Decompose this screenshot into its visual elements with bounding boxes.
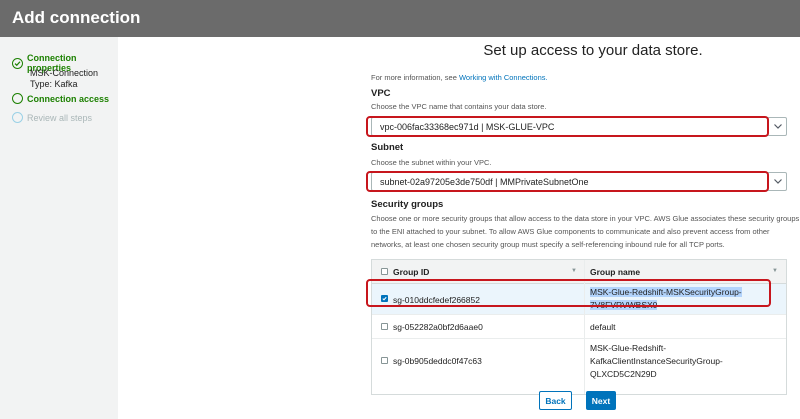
group-id: sg-0b905deddc0f47c63 bbox=[393, 356, 482, 366]
subnet-highlight bbox=[366, 171, 769, 192]
step-detail-type: Type: Kafka bbox=[30, 79, 78, 89]
group-name: default bbox=[590, 322, 616, 332]
column-group-name[interactable]: Group name bbox=[590, 267, 640, 277]
security-groups-help-3: networks, at least one chosen security g… bbox=[371, 240, 725, 249]
row-checkbox[interactable] bbox=[381, 357, 388, 364]
sort-icon[interactable]: ▼ bbox=[571, 268, 577, 274]
group-name-line3: QLXCD5C2N29D bbox=[590, 369, 657, 379]
security-groups-help-2: to the ENI attached to your subnet. To a… bbox=[371, 227, 770, 236]
page-heading: Add connection bbox=[12, 8, 141, 27]
next-button[interactable]: Next bbox=[586, 391, 616, 410]
select-all-checkbox[interactable] bbox=[381, 268, 388, 275]
sort-icon[interactable]: ▼ bbox=[772, 268, 778, 274]
chevron-down-icon[interactable] bbox=[768, 173, 786, 190]
chevron-down-icon[interactable] bbox=[768, 118, 786, 135]
security-groups-label: Security groups bbox=[371, 199, 444, 210]
step-detail-name: MSK-Connection bbox=[30, 68, 99, 78]
header-bar: Add connection bbox=[0, 0, 800, 37]
row-checkbox[interactable] bbox=[381, 323, 388, 330]
back-button[interactable]: Back bbox=[539, 391, 572, 410]
selected-row-highlight bbox=[366, 279, 771, 307]
group-name-line1: MSK-Glue-Redshift- bbox=[590, 343, 667, 353]
vpc-help: Choose the VPC name that contains your d… bbox=[371, 102, 547, 111]
info-text: For more information, see Working with C… bbox=[371, 73, 548, 82]
column-group-id[interactable]: Group ID bbox=[393, 267, 429, 277]
info-prefix: For more information, see bbox=[371, 73, 459, 82]
table-row[interactable]: sg-0b905deddc0f47c63 MSK-Glue-Redshift- … bbox=[372, 339, 786, 384]
main-panel: Set up access to your data store. For mo… bbox=[118, 37, 800, 419]
working-with-connections-link[interactable]: Working with Connections. bbox=[459, 73, 548, 82]
table-row[interactable]: sg-052282a0bf2d6aae0 default bbox=[372, 315, 786, 339]
group-name-line2: KafkaClientInstanceSecurityGroup- bbox=[590, 356, 723, 366]
check-icon bbox=[12, 57, 23, 69]
vpc-label: VPC bbox=[371, 88, 391, 99]
vpc-highlight bbox=[366, 116, 769, 137]
step-review: Review all steps bbox=[12, 112, 92, 123]
step-label: Connection access bbox=[27, 93, 110, 104]
step-connection-access[interactable]: Connection access bbox=[12, 93, 109, 104]
subnet-label: Subnet bbox=[371, 142, 404, 153]
subnet-help: Choose the subnet within your VPC. bbox=[371, 158, 492, 167]
group-id: sg-052282a0bf2d6aae0 bbox=[393, 322, 483, 332]
section-title: Set up access to your data store. bbox=[483, 42, 703, 59]
step-label: Review all steps bbox=[27, 112, 93, 123]
wizard-sidebar: Connection properties MSK-Connection Typ… bbox=[0, 37, 118, 419]
security-groups-help-1: Choose one or more security groups that … bbox=[371, 214, 800, 223]
circle-icon bbox=[12, 112, 23, 123]
circle-icon bbox=[12, 93, 23, 104]
